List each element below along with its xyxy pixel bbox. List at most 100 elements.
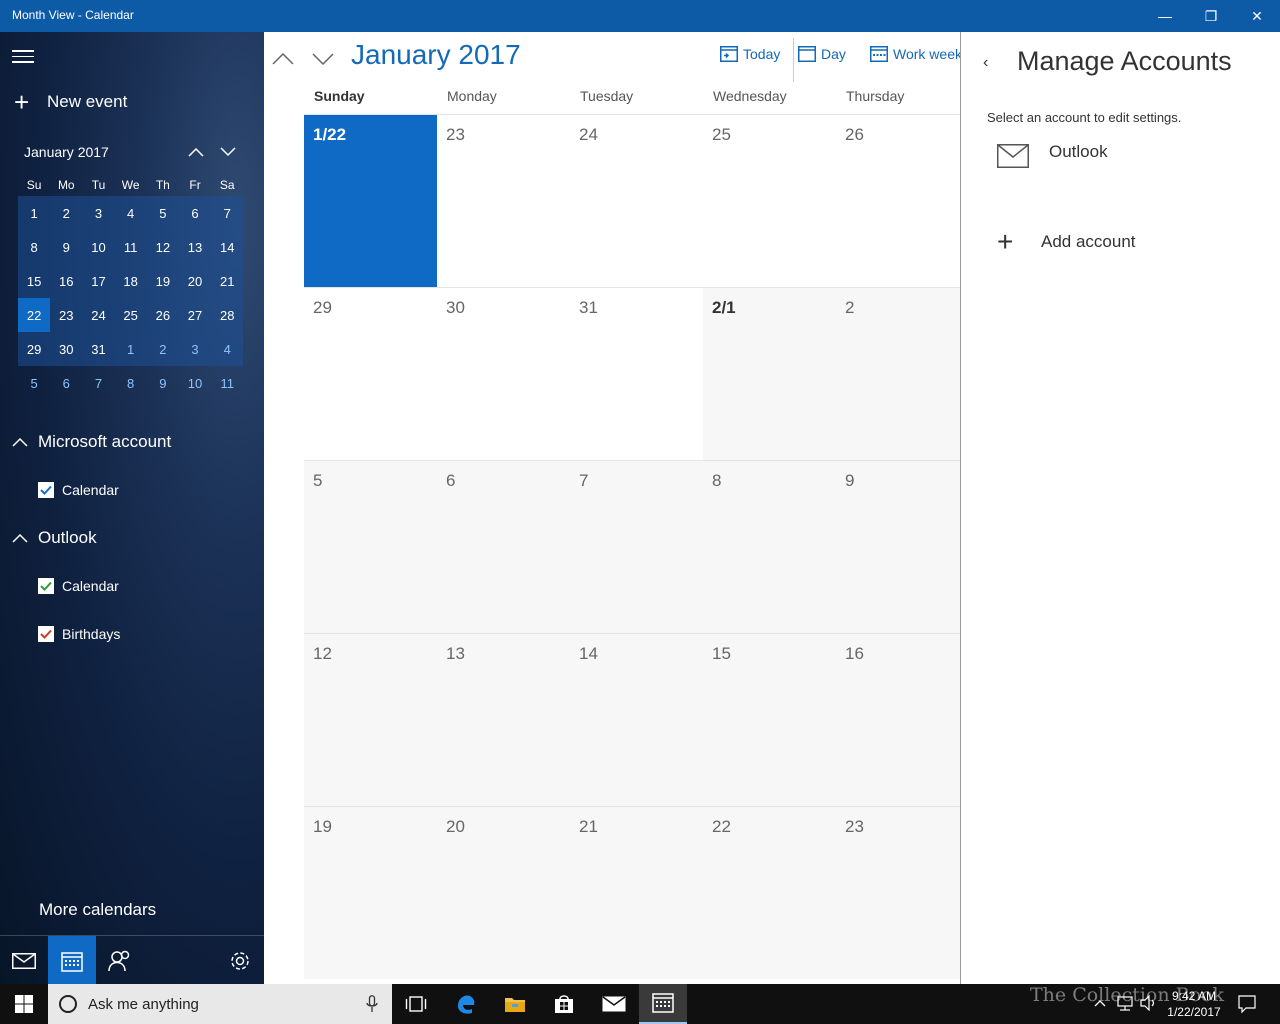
mini-day[interactable]: 11	[211, 366, 243, 400]
people-icon[interactable]	[96, 936, 144, 984]
day-cell[interactable]: 22	[703, 807, 836, 979]
today-button[interactable]: Today	[720, 46, 780, 62]
mini-day[interactable]: 7	[82, 366, 114, 400]
mini-day[interactable]: 7	[211, 196, 244, 230]
mini-day[interactable]: 9	[50, 230, 83, 264]
mini-day[interactable]: 3	[178, 332, 212, 366]
day-cell[interactable]: 14	[570, 634, 703, 806]
mini-day[interactable]: 1	[18, 196, 51, 230]
work-week-button[interactable]: Work week	[870, 46, 960, 62]
mini-day[interactable]: 28	[211, 298, 244, 332]
mini-day[interactable]: 5	[18, 366, 50, 400]
mini-day[interactable]: 26	[146, 298, 179, 332]
calendar-item-outlook-calendar[interactable]: Calendar	[38, 578, 119, 594]
month-title[interactable]: January 2017	[351, 39, 521, 71]
day-cell[interactable]: 31	[570, 288, 703, 460]
mail-icon[interactable]	[0, 936, 48, 984]
mini-day[interactable]: 10	[82, 230, 115, 264]
next-month-icon[interactable]	[310, 46, 336, 72]
mini-day[interactable]: 10	[179, 366, 211, 400]
day-cell[interactable]: 16	[836, 634, 960, 806]
chevron-up-icon[interactable]	[1094, 996, 1106, 1024]
mini-day[interactable]: 27	[178, 298, 212, 332]
close-button[interactable]: ✕	[1234, 0, 1280, 32]
mini-day-today[interactable]: 22	[18, 298, 51, 332]
mini-day[interactable]: 23	[50, 298, 83, 332]
microphone-icon[interactable]	[366, 995, 378, 1018]
mini-day[interactable]: 8	[18, 230, 51, 264]
mini-day[interactable]: 25	[114, 298, 147, 332]
task-view-icon[interactable]	[392, 984, 440, 1024]
mini-day[interactable]: 30	[50, 332, 83, 366]
restore-button[interactable]: ❐	[1188, 0, 1234, 32]
mini-day[interactable]: 12	[146, 230, 179, 264]
day-cell[interactable]: 5	[304, 461, 437, 633]
mini-day[interactable]: 13	[178, 230, 212, 264]
previous-month-icon[interactable]	[270, 46, 296, 72]
day-cell[interactable]: 15	[703, 634, 836, 806]
calendar-item-microsoft-calendar[interactable]: Calendar	[38, 482, 119, 498]
account-item-outlook[interactable]: Outlook	[997, 142, 1108, 173]
hamburger-menu-icon[interactable]	[12, 46, 36, 64]
mini-day[interactable]: 3	[82, 196, 115, 230]
back-icon[interactable]: ‹	[983, 54, 988, 72]
mini-day[interactable]: 18	[114, 264, 147, 298]
day-cell[interactable]: 12	[304, 634, 437, 806]
group-header-outlook[interactable]: Outlook	[12, 528, 97, 548]
day-cell[interactable]: 9	[836, 461, 960, 633]
day-cell[interactable]: 26	[836, 115, 960, 287]
mini-next-month-icon[interactable]	[216, 142, 240, 162]
checkbox-checked-icon[interactable]	[38, 626, 54, 642]
store-icon[interactable]	[540, 984, 588, 1024]
mini-day[interactable]: 24	[82, 298, 115, 332]
clock[interactable]: 9:42 AM 1/22/2017	[1162, 988, 1226, 1020]
cortana-search-box[interactable]: Ask me anything	[48, 984, 392, 1024]
day-cell-selected[interactable]: 1/22	[304, 115, 437, 287]
calendar-icon[interactable]	[48, 936, 96, 984]
day-cell[interactable]: 2	[836, 288, 960, 460]
mail-app-icon[interactable]	[590, 984, 638, 1024]
calendar-app-icon[interactable]	[639, 984, 687, 1024]
day-cell[interactable]: 21	[570, 807, 703, 979]
mini-day[interactable]: 5	[146, 196, 179, 230]
new-event-button[interactable]: + New event	[14, 89, 127, 115]
day-cell[interactable]: 13	[437, 634, 570, 806]
day-cell[interactable]: 20	[437, 807, 570, 979]
mini-day[interactable]: 1	[114, 332, 147, 366]
calendar-item-birthdays[interactable]: Birthdays	[38, 626, 120, 642]
mini-day[interactable]: 6	[178, 196, 212, 230]
mini-day[interactable]: 9	[147, 366, 179, 400]
checkbox-checked-icon[interactable]	[38, 482, 54, 498]
mini-day[interactable]: 6	[50, 366, 82, 400]
mini-prev-month-icon[interactable]	[184, 142, 208, 162]
day-cell[interactable]: 19	[304, 807, 437, 979]
mini-day[interactable]: 8	[115, 366, 147, 400]
more-calendars-link[interactable]: More calendars	[39, 900, 156, 920]
day-cell[interactable]: 2/1	[703, 288, 836, 460]
checkbox-checked-icon[interactable]	[38, 578, 54, 594]
mini-day[interactable]: 11	[114, 230, 147, 264]
mini-day[interactable]: 14	[211, 230, 244, 264]
file-explorer-icon[interactable]	[491, 984, 539, 1024]
mini-day[interactable]: 15	[18, 264, 51, 298]
day-cell[interactable]: 29	[304, 288, 437, 460]
notifications-icon[interactable]	[1238, 995, 1256, 1024]
windows-start-icon[interactable]	[0, 984, 48, 1024]
mini-day[interactable]: 20	[178, 264, 212, 298]
day-cell[interactable]: 8	[703, 461, 836, 633]
mini-day[interactable]: 2	[146, 332, 179, 366]
mini-day[interactable]: 2	[50, 196, 83, 230]
mini-day[interactable]: 21	[211, 264, 244, 298]
mini-day[interactable]: 19	[146, 264, 179, 298]
minimize-button[interactable]: —	[1142, 0, 1188, 32]
mini-day[interactable]: 4	[114, 196, 147, 230]
mini-day[interactable]: 31	[82, 332, 115, 366]
day-cell[interactable]: 23	[836, 807, 960, 979]
mini-day[interactable]: 17	[82, 264, 115, 298]
day-cell[interactable]: 25	[703, 115, 836, 287]
day-cell[interactable]: 6	[437, 461, 570, 633]
day-cell[interactable]: 7	[570, 461, 703, 633]
group-header-microsoft-account[interactable]: Microsoft account	[12, 432, 171, 452]
gear-icon[interactable]	[216, 936, 264, 984]
add-account-button[interactable]: + Add account	[997, 228, 1136, 256]
